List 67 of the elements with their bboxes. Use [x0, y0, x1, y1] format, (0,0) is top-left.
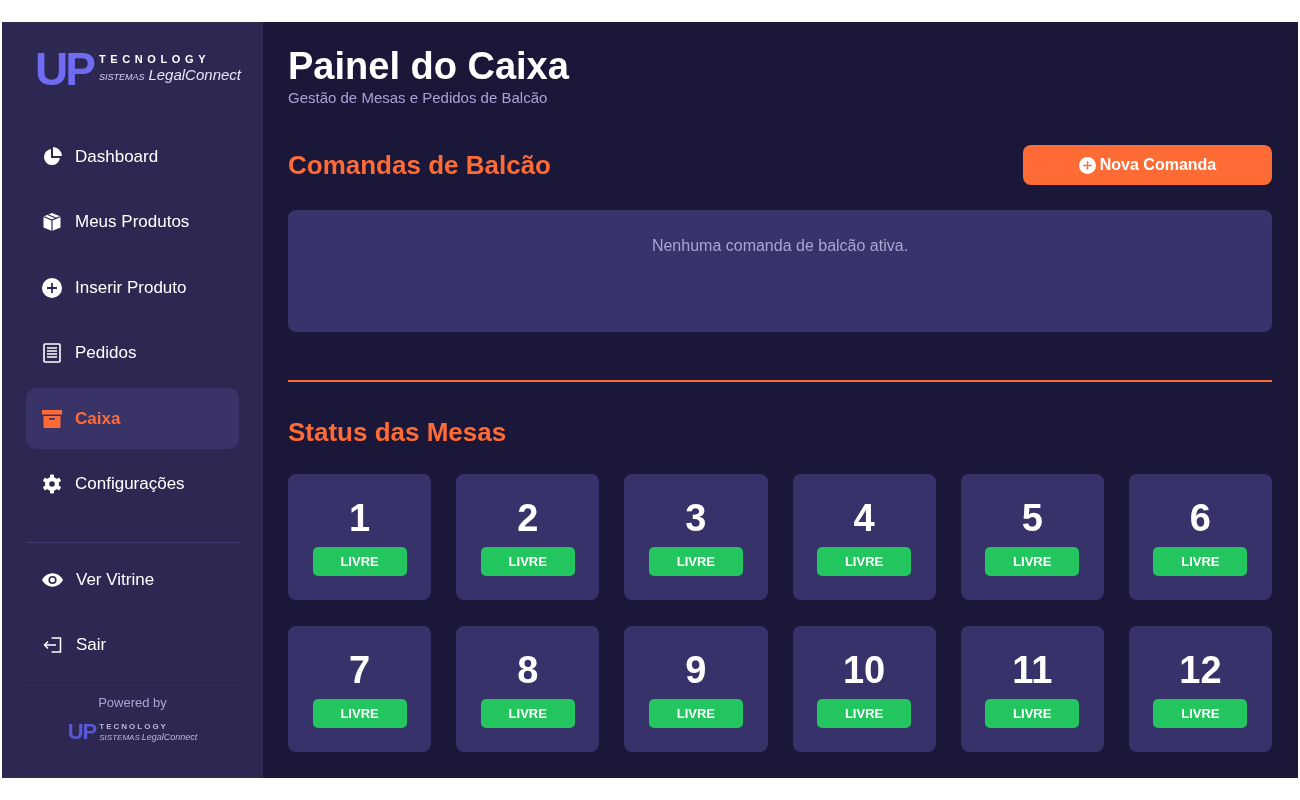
status-badge: LIVRE — [312, 699, 407, 728]
table-card[interactable]: 5 LIVRE — [960, 474, 1104, 600]
table-number: 5 — [1021, 498, 1043, 538]
logo-mark: UP — [35, 48, 93, 90]
table-card[interactable]: 6 LIVRE — [1128, 474, 1272, 600]
table-card[interactable]: 1 LIVRE — [288, 474, 432, 600]
empty-message: Nenhuma comanda de balcão ativa. — [651, 236, 909, 256]
table-card[interactable]: 3 LIVRE — [624, 474, 768, 600]
logo-wordmark: TECNOLOGY — [99, 721, 169, 732]
table-card[interactable]: 7 LIVRE — [288, 626, 432, 752]
document-list-icon — [42, 343, 62, 363]
table-card[interactable]: 11 LIVRE — [960, 626, 1104, 752]
plus-circle-icon — [1078, 156, 1096, 174]
table-card[interactable]: 4 LIVRE — [792, 474, 936, 600]
table-card[interactable]: 12 LIVRE — [1128, 626, 1272, 752]
status-badge: LIVRE — [480, 699, 575, 728]
page-title: Painel do Caixa — [288, 46, 570, 86]
nav-item[interactable]: Meus Produtos — [26, 191, 239, 253]
nav-item[interactable]: Dashboard — [26, 126, 239, 187]
table-number: 3 — [685, 498, 707, 538]
logo-tagline: LegalConnect — [141, 731, 198, 742]
page-subtitle: Gestão de Mesas e Pedidos de Balcão — [288, 88, 549, 108]
archive-box-icon — [42, 408, 62, 429]
status-badge: LIVRE — [985, 547, 1080, 576]
status-badge: LIVRE — [480, 547, 575, 576]
status-badge: LIVRE — [1153, 547, 1248, 576]
status-badge: LIVRE — [817, 547, 912, 576]
logo-tagline-prefix: SISTEMAS — [99, 732, 140, 743]
status-badge: LIVRE — [817, 699, 912, 728]
logo-wordmark: TECNOLOGY — [98, 53, 212, 67]
table-number: 1 — [349, 498, 371, 538]
logo-mark: UP — [67, 722, 97, 742]
table-number: 2 — [517, 498, 539, 538]
pie-chart-icon — [42, 146, 62, 167]
nav-item[interactable]: Configurações — [26, 453, 239, 515]
table-number: 8 — [517, 650, 539, 690]
table-number: 9 — [685, 650, 707, 690]
table-card[interactable]: 8 LIVRE — [456, 626, 600, 752]
section-heading: Comandas de Balcão — [288, 149, 551, 181]
table-number: 4 — [853, 498, 875, 538]
nav-item[interactable]: Sair — [26, 614, 239, 676]
table-number: 6 — [1189, 498, 1211, 538]
eye-icon — [42, 572, 63, 588]
powered-by-label: Powered by — [98, 693, 167, 712]
nav-item[interactable]: Caixa — [26, 388, 239, 449]
status-badge: LIVRE — [648, 547, 743, 576]
table-card[interactable]: 10 LIVRE — [792, 626, 936, 752]
logo-tagline: LegalConnect — [148, 66, 241, 85]
table-number: 11 — [1012, 650, 1053, 690]
section-heading: Status das Mesas — [288, 416, 508, 448]
table-card[interactable]: 9 LIVRE — [624, 626, 768, 752]
status-badge: LIVRE — [648, 699, 743, 728]
table-number: 7 — [349, 650, 371, 690]
logo-tagline-prefix: SISTEMAS — [98, 71, 145, 85]
nav-item[interactable]: Pedidos — [26, 322, 239, 384]
table-number: 10 — [842, 650, 886, 690]
status-badge: LIVRE — [985, 699, 1080, 728]
plus-circle-icon — [42, 277, 62, 298]
table-number: 12 — [1179, 650, 1222, 690]
sign-out-icon — [42, 637, 63, 653]
gear-icon — [42, 474, 62, 494]
status-badge: LIVRE — [312, 547, 407, 576]
nav-item[interactable]: Inserir Produto — [26, 257, 239, 318]
table-card[interactable]: 2 LIVRE — [456, 474, 600, 600]
nav-item[interactable]: Ver Vitrine — [26, 549, 239, 611]
status-badge: LIVRE — [1153, 699, 1248, 728]
box-icon — [42, 212, 62, 232]
